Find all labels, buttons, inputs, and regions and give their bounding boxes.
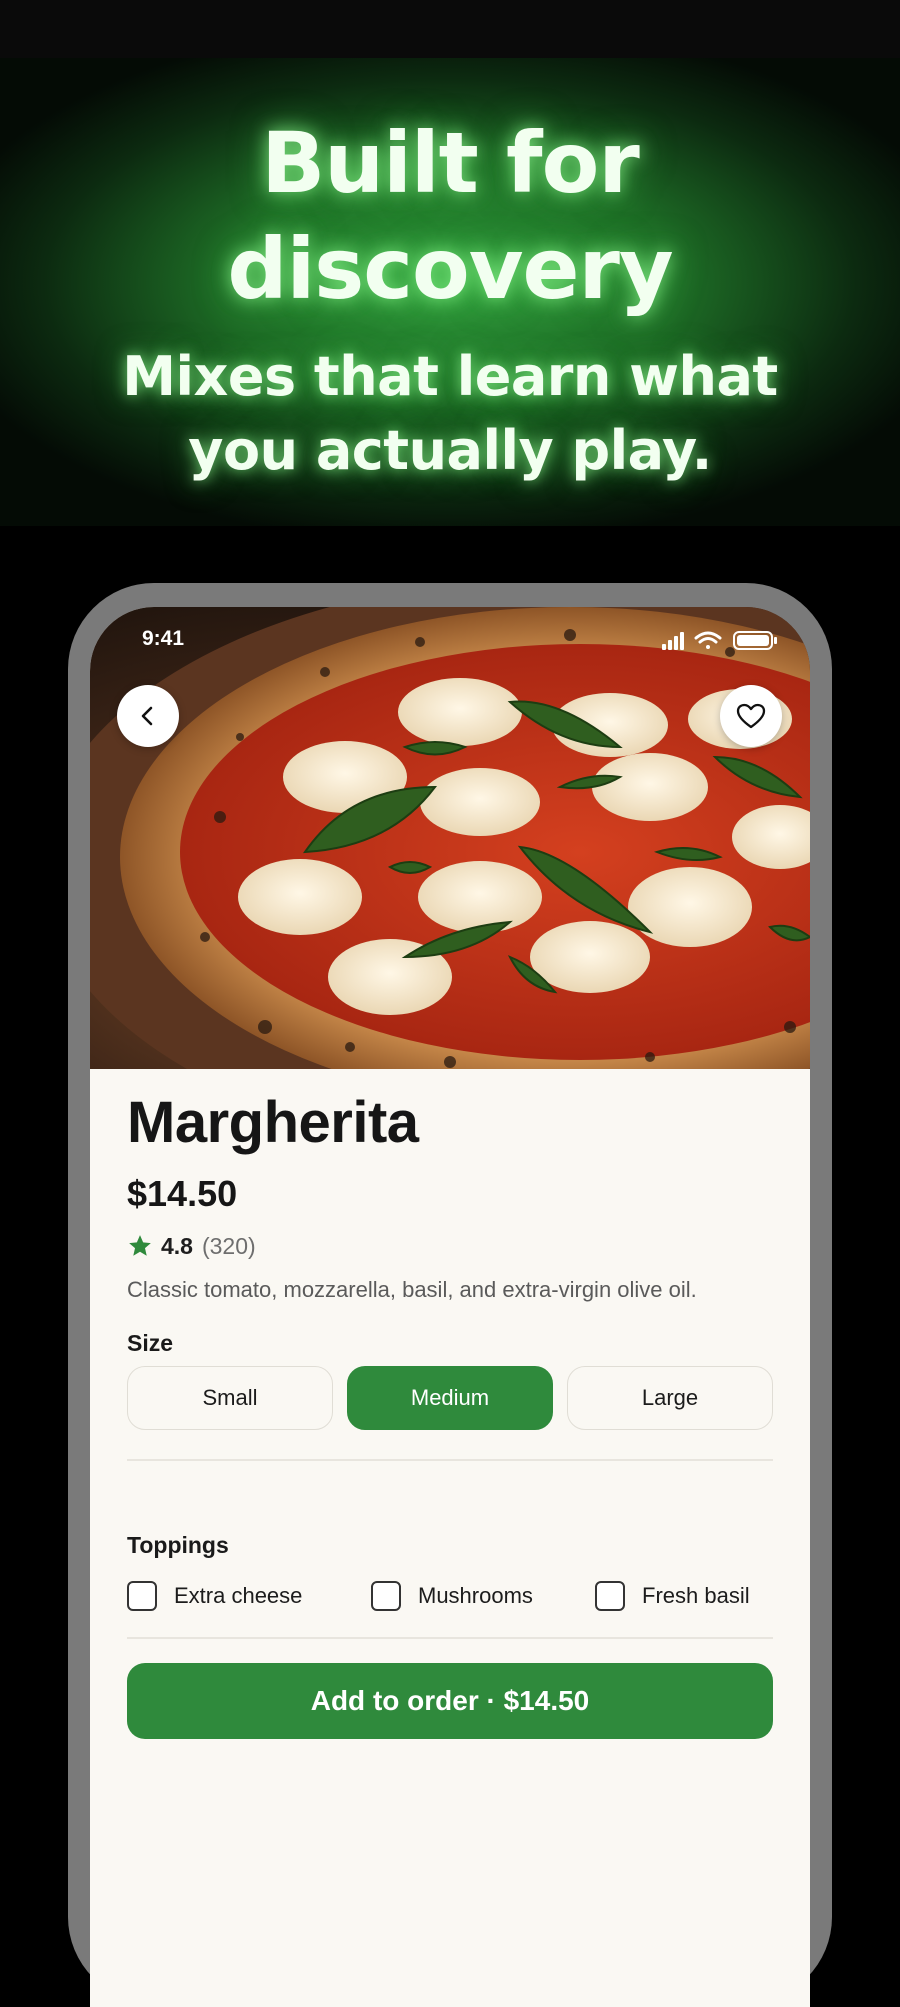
checkbox[interactable] <box>595 1581 625 1611</box>
chevron-left-icon <box>141 706 153 726</box>
size-option-medium[interactable]: Medium <box>347 1366 553 1430</box>
heart-icon <box>736 703 766 729</box>
status-icons <box>662 631 777 650</box>
signal-icon <box>662 632 684 650</box>
item-description: Classic tomato, mozzarella, basil, and e… <box>127 1277 697 1302</box>
topping-fresh-basil[interactable]: Fresh basil <box>595 1579 750 1613</box>
review-count: (320) <box>201 1232 256 1259</box>
rating: 4.8 (320) <box>127 1231 256 1261</box>
star-icon <box>129 1235 151 1256</box>
divider <box>127 1459 773 1461</box>
checkbox[interactable] <box>371 1581 401 1611</box>
topping-extra-cheese[interactable]: Extra cheese <box>127 1579 302 1613</box>
top-bar <box>0 0 900 58</box>
divider <box>127 1637 773 1639</box>
size-label: Size <box>127 1330 174 1356</box>
size-selector: Small Medium Large <box>127 1366 773 1432</box>
item-price: $14.50 <box>127 1173 238 1214</box>
status-bar: 9:41 <box>90 607 810 667</box>
phone-screen: 9:41 Margherita $14.50 4.8 (320) Classic… <box>90 607 810 2007</box>
topping-mushrooms[interactable]: Mushrooms <box>371 1579 533 1613</box>
promo-subheadline: Mixes that learn what you actually play. <box>122 345 778 482</box>
promo-headline: Built for discovery <box>227 114 673 318</box>
pizza-image <box>90 607 810 1069</box>
status-time: 9:41 <box>142 627 185 650</box>
wifi-icon <box>694 631 722 649</box>
item-name: Margherita <box>127 1090 419 1155</box>
battery-icon <box>733 631 777 650</box>
size-option-small[interactable]: Small <box>127 1366 333 1430</box>
size-option-large[interactable]: Large <box>567 1366 773 1430</box>
topping-label: Fresh basil <box>642 1583 750 1608</box>
toppings-label: Toppings <box>127 1532 229 1558</box>
back-button[interactable] <box>117 685 179 747</box>
add-to-order-button[interactable]: Add to order · $14.50 <box>127 1663 773 1739</box>
favorite-button[interactable] <box>720 685 782 747</box>
topping-label: Mushrooms <box>418 1583 533 1608</box>
rating-value: 4.8 <box>161 1232 193 1259</box>
promo-banner: Built for discovery Mixes that learn wha… <box>0 58 900 526</box>
checkbox[interactable] <box>127 1581 157 1611</box>
topping-label: Extra cheese <box>174 1583 303 1608</box>
